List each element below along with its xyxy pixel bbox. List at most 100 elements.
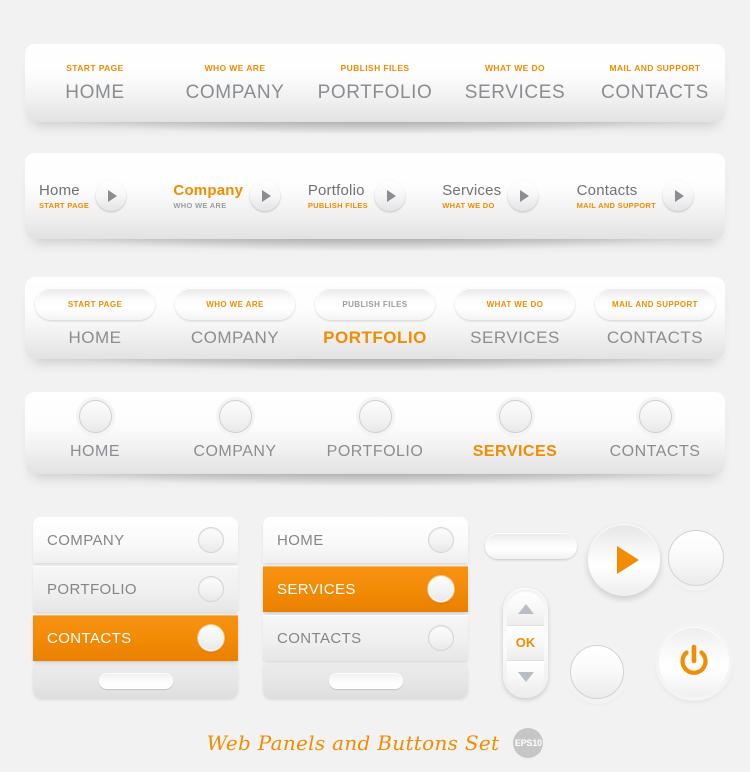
nav-item-subtitle: MAIL AND SUPPORT (576, 201, 657, 210)
nav-panel-pills: START PAGE HOME WHO WE ARE COMPANY PUBLI… (25, 277, 725, 371)
menu-item-portfolio[interactable]: PORTFOLIO (33, 566, 238, 612)
menu-item-label: CONTACTS (277, 629, 362, 647)
nav-item-contacts[interactable]: MAIL AND SUPPORT CONTACTS (585, 44, 725, 122)
round-button-large[interactable] (668, 530, 724, 586)
nav-panel-simple: START PAGE HOME WHO WE ARE COMPANY PUBLI… (25, 44, 725, 134)
arrow-right-icon[interactable] (96, 181, 127, 211)
circle-icon[interactable] (638, 399, 672, 433)
nav-item-home[interactable]: START PAGE HOME (25, 44, 165, 122)
nav-item-subtitle: PUBLISH FILES (342, 299, 408, 309)
nav-item-label: COMPANY (190, 328, 280, 347)
nav-item-subtitle: PUBLISH FILES (340, 62, 410, 73)
nav-item-company[interactable]: WHO WE ARE COMPANY (165, 44, 305, 122)
footer-title: Web Panels and Buttons Set (206, 731, 500, 755)
grip-icon (328, 673, 403, 689)
circle-icon (428, 576, 454, 602)
nav-item-home[interactable]: HOME (25, 392, 165, 474)
nav-item-label: Contacts (576, 182, 638, 199)
nav-item-contacts[interactable]: CONTACTS (585, 392, 725, 474)
menu-item-label: PORTFOLIO (47, 580, 138, 598)
nav-row: START PAGE HOME WHO WE ARE COMPANY PUBLI… (25, 44, 725, 122)
circle-icon[interactable] (358, 399, 392, 433)
nav-item-services[interactable]: Services WHAT WE DO (442, 181, 576, 211)
nav-item-company[interactable]: Company WHO WE ARE (173, 181, 307, 211)
nav-item-label: Company (173, 182, 244, 199)
nav-item-pill[interactable]: WHO WE ARE (175, 288, 295, 320)
nav-item-subtitle: MAIL AND SUPPORT (612, 299, 698, 309)
nav-item-pill[interactable]: PUBLISH FILES (315, 288, 435, 320)
nav-item-label: HOME (70, 442, 120, 460)
nav-item-portfolio[interactable]: PORTFOLIO (305, 392, 445, 474)
menu-item-contacts[interactable]: CONTACTS (263, 615, 468, 661)
nav-item-subtitle: START PAGE (39, 201, 90, 210)
stepper-ok-button[interactable]: OK (507, 626, 544, 661)
triangle-up-icon (517, 603, 534, 614)
nav-item-label: Portfolio (307, 182, 365, 199)
nav-item-subtitle: MAIL AND SUPPORT (609, 62, 701, 73)
nav-panel-circles: HOME COMPANY PORTFOLIO SERVICES CONTACTS (25, 392, 725, 486)
menu-item-services[interactable]: SERVICES (263, 566, 468, 612)
menu-item-label: CONTACTS (47, 629, 132, 647)
menu-item-contacts[interactable]: CONTACTS (33, 615, 238, 661)
play-button[interactable] (588, 524, 660, 596)
circle-icon[interactable] (78, 399, 112, 433)
nav-item-subtitle: START PAGE (67, 299, 123, 309)
nav-item-home[interactable]: START PAGE HOME (25, 277, 165, 359)
nav-item-subtitle: WHO WE ARE (173, 201, 227, 210)
circle-icon (428, 527, 454, 553)
ok-stepper: OK (503, 588, 548, 698)
circle-icon[interactable] (498, 399, 532, 433)
nav-item-pill[interactable]: WHAT WE DO (455, 288, 575, 320)
nav-item-subtitle: START PAGE (66, 62, 124, 73)
stepper-up-button[interactable] (507, 592, 544, 627)
nav-item-pill[interactable]: START PAGE (35, 288, 155, 320)
nav-item-pill[interactable]: MAIL AND SUPPORT (595, 288, 715, 320)
circle-icon (198, 527, 224, 553)
capsule-button[interactable] (485, 533, 577, 559)
nav-item-text: Contacts MAIL AND SUPPORT (577, 182, 656, 210)
nav-row: START PAGE HOME WHO WE ARE COMPANY PUBLI… (25, 277, 725, 359)
nav-panel-arrows: Home START PAGE Company WHO WE ARE Portf… (25, 153, 725, 251)
nav-item-subtitle: PUBLISH FILES (307, 201, 368, 210)
nav-item-label: SERVICES (464, 81, 566, 103)
circle-icon (198, 625, 224, 651)
arrow-right-icon[interactable] (663, 181, 694, 211)
menu-item-home[interactable]: HOME (263, 517, 468, 563)
arrow-right-icon[interactable] (508, 181, 539, 211)
nav-item-label: CONTACTS (601, 81, 709, 103)
arrow-right-icon[interactable] (374, 181, 405, 211)
menu-item-label: SERVICES (277, 580, 356, 598)
menu-footer-handle[interactable] (33, 664, 238, 698)
nav-item-portfolio[interactable]: PUBLISH FILES PORTFOLIO (305, 277, 445, 359)
eps10-badge: EPS10 (513, 728, 544, 758)
nav-item-contacts[interactable]: MAIL AND SUPPORT CONTACTS (585, 277, 725, 359)
nav-item-label: SERVICES (470, 328, 560, 347)
menu-item-company[interactable]: COMPANY (33, 517, 238, 563)
nav-item-company[interactable]: COMPANY (165, 392, 305, 474)
nav-item-label: HOME (68, 328, 122, 347)
nav-item-portfolio[interactable]: Portfolio PUBLISH FILES (308, 181, 442, 211)
stepper-down-button[interactable] (507, 660, 544, 694)
nav-item-services[interactable]: SERVICES (445, 392, 585, 474)
nav-row: Home START PAGE Company WHO WE ARE Portf… (39, 153, 711, 239)
nav-item-label: CONTACTS (606, 328, 704, 347)
menu-footer-handle[interactable] (263, 664, 468, 698)
nav-item-portfolio[interactable]: PUBLISH FILES PORTFOLIO (305, 44, 445, 122)
grip-icon (98, 673, 173, 689)
nav-item-label: Home (39, 182, 80, 199)
nav-item-label: HOME (65, 81, 125, 103)
power-button[interactable] (659, 627, 729, 697)
round-button-small[interactable] (570, 645, 624, 699)
arrow-right-icon[interactable] (250, 181, 281, 211)
power-icon (680, 644, 708, 675)
nav-item-contacts[interactable]: Contacts MAIL AND SUPPORT (577, 181, 711, 211)
nav-item-subtitle: WHAT WE DO (486, 299, 544, 309)
nav-item-label: Services (442, 182, 502, 199)
nav-item-home[interactable]: Home START PAGE (39, 181, 173, 211)
nav-item-services[interactable]: WHAT WE DO SERVICES (445, 277, 585, 359)
nav-item-text: Services WHAT WE DO (442, 182, 501, 210)
nav-item-company[interactable]: WHO WE ARE COMPANY (165, 277, 305, 359)
circle-icon[interactable] (218, 399, 252, 433)
nav-item-services[interactable]: WHAT WE DO SERVICES (445, 44, 585, 122)
triangle-down-icon (517, 672, 534, 683)
